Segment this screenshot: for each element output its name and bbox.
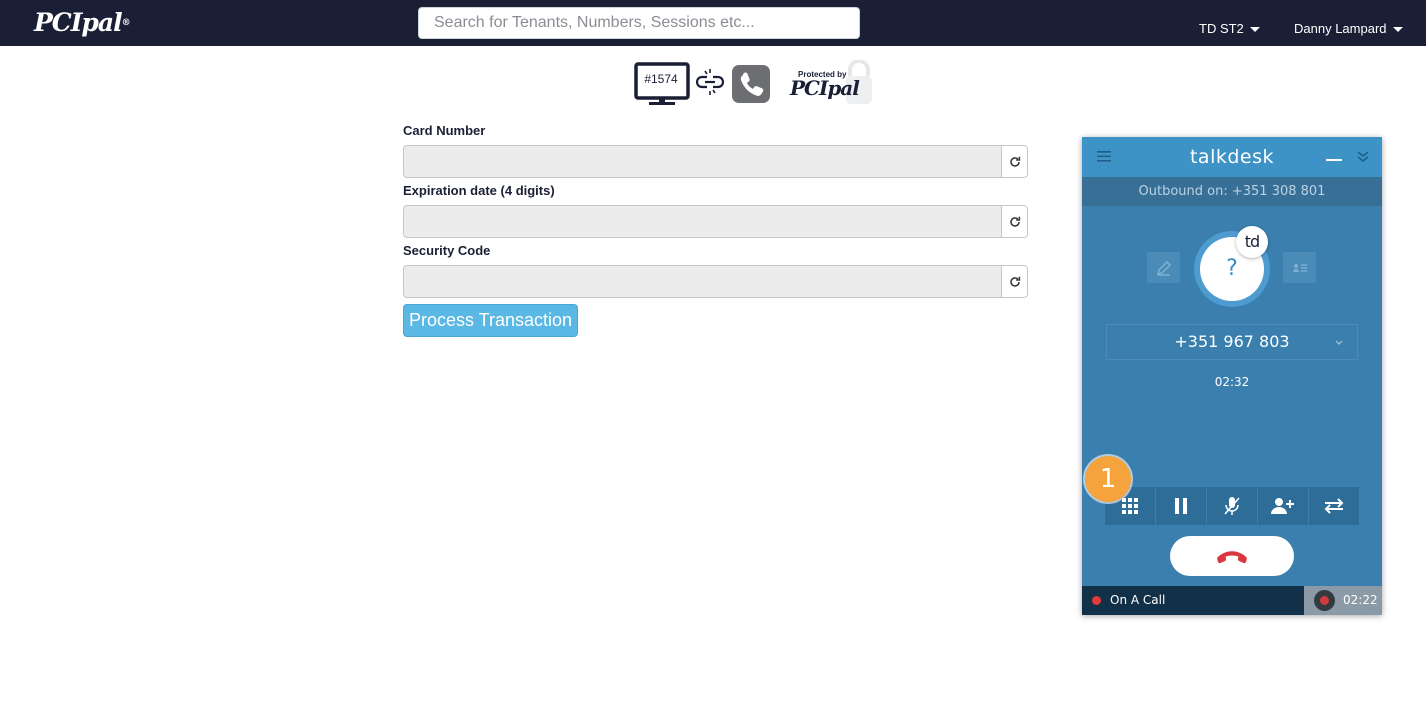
collapse-chevron-icon[interactable] <box>1356 149 1370 163</box>
user-dropdown[interactable]: Danny Lampard <box>1294 21 1403 36</box>
security-code-row <box>403 265 1028 298</box>
talkdesk-badge: td <box>1236 226 1268 258</box>
protected-by-logo: PCIpal <box>790 76 860 100</box>
agent-status[interactable]: On A Call <box>1082 586 1304 615</box>
broken-link-icon <box>696 69 724 95</box>
card-number-reset-button[interactable] <box>1001 145 1028 178</box>
talkdesk-widget: talkdesk Outbound on: +351 308 801 ? td … <box>1082 137 1382 615</box>
top-navbar: PCIpal® TD ST2 Danny Lampard <box>0 0 1426 46</box>
chevron-down-icon <box>1335 340 1343 345</box>
security-code-label: Security Code <box>403 243 491 258</box>
add-participant-button[interactable] <box>1258 487 1308 525</box>
tenant-dropdown[interactable]: TD ST2 <box>1199 21 1260 36</box>
agent-status-label: On A Call <box>1110 593 1166 607</box>
contact-card-button[interactable] <box>1283 252 1316 283</box>
session-id: #1574 <box>644 72 678 86</box>
security-code-reset-button[interactable] <box>1001 265 1028 298</box>
pencil-icon <box>1156 260 1171 276</box>
call-controls <box>1105 487 1359 525</box>
pause-icon <box>1175 498 1187 514</box>
refresh-icon <box>1009 156 1020 167</box>
caret-down-icon <box>1392 27 1403 33</box>
search-input[interactable] <box>418 7 860 39</box>
hang-up-icon <box>1217 551 1247 564</box>
expiration-date-row <box>403 205 1028 238</box>
card-number-label: Card Number <box>403 123 486 138</box>
logo-text: PCIpal <box>34 8 123 37</box>
security-code-field[interactable] <box>403 265 1001 298</box>
outbound-number: Outbound on: +351 308 801 <box>1082 177 1382 206</box>
status-dot-icon <box>1092 596 1101 605</box>
talkdesk-footer: On A Call 02:22 <box>1082 586 1382 615</box>
tenant-dropdown-label: TD ST2 <box>1199 21 1244 36</box>
hold-button[interactable] <box>1156 487 1206 525</box>
talkdesk-header: talkdesk <box>1082 137 1382 177</box>
contact-card-icon <box>1292 263 1307 272</box>
recording-indicator[interactable]: 02:22 <box>1304 586 1382 615</box>
pcipal-logo[interactable]: PCIpal® <box>34 9 138 37</box>
recording-time: 02:22 <box>1343 593 1378 607</box>
caller-number: +351 967 803 <box>1174 332 1290 351</box>
keypad-icon <box>1122 498 1138 514</box>
refresh-icon <box>1009 276 1020 287</box>
logo-registered-mark: ® <box>121 18 131 28</box>
expiration-date-reset-button[interactable] <box>1001 205 1028 238</box>
session-status-row: #1574 Protected by PCIpal <box>634 60 874 108</box>
call-timer: 02:32 <box>1214 375 1250 389</box>
caller-number-select[interactable]: +351 967 803 <box>1106 324 1358 360</box>
payment-form: Card Number Expiration date (4 digits) S… <box>403 122 1028 303</box>
notes-button[interactable] <box>1147 252 1180 283</box>
caret-down-icon <box>1249 27 1260 33</box>
step-marker: 1 <box>1085 456 1131 502</box>
protected-by-badge: Protected by PCIpal <box>786 60 874 108</box>
record-icon <box>1314 590 1335 611</box>
talkdesk-title: talkdesk <box>1189 146 1275 168</box>
minimize-icon[interactable] <box>1326 159 1342 161</box>
refresh-icon <box>1009 216 1020 227</box>
card-number-field[interactable] <box>403 145 1001 178</box>
process-transaction-button[interactable]: Process Transaction <box>403 304 578 337</box>
phone-icon <box>740 72 764 96</box>
card-number-row <box>403 145 1028 178</box>
add-user-icon <box>1271 498 1294 514</box>
microphone-muted-icon <box>1224 497 1240 515</box>
mute-button[interactable] <box>1207 487 1257 525</box>
transfer-arrows-icon <box>1324 498 1344 514</box>
expiration-date-label: Expiration date (4 digits) <box>403 183 555 198</box>
hang-up-button[interactable] <box>1170 536 1294 576</box>
user-dropdown-label: Danny Lampard <box>1294 21 1387 36</box>
phone-status-tile <box>732 65 770 103</box>
expiration-date-field[interactable] <box>403 205 1001 238</box>
transfer-button[interactable] <box>1309 487 1359 525</box>
